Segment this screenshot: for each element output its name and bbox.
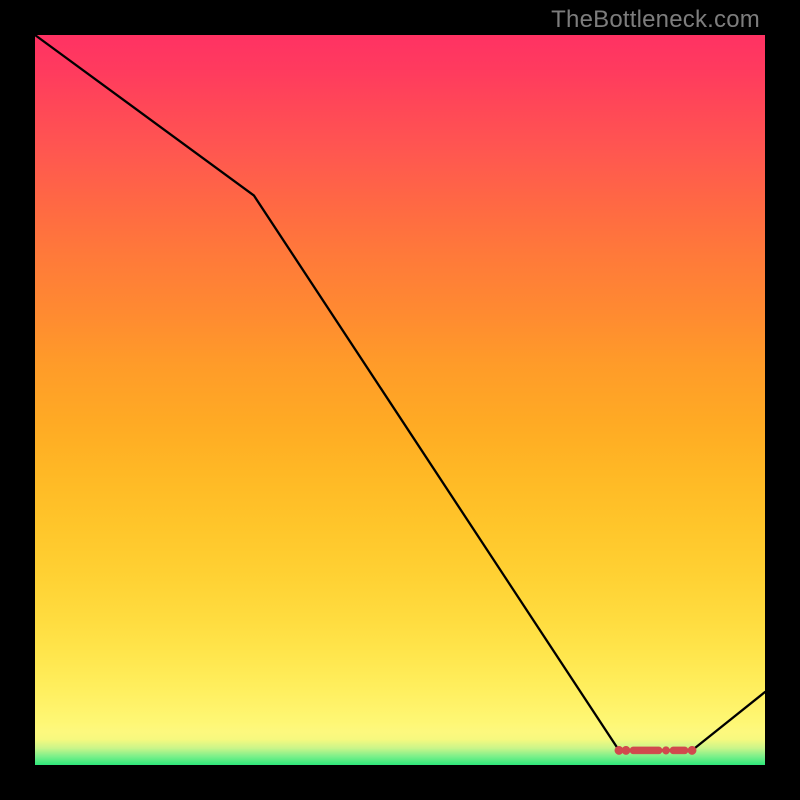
marker-group	[615, 746, 696, 754]
plot-area	[35, 35, 765, 765]
chart-frame: TheBottleneck.com	[0, 0, 800, 800]
watermark-text: TheBottleneck.com	[551, 6, 760, 34]
chart-svg	[35, 35, 765, 765]
series-line	[35, 35, 765, 750]
